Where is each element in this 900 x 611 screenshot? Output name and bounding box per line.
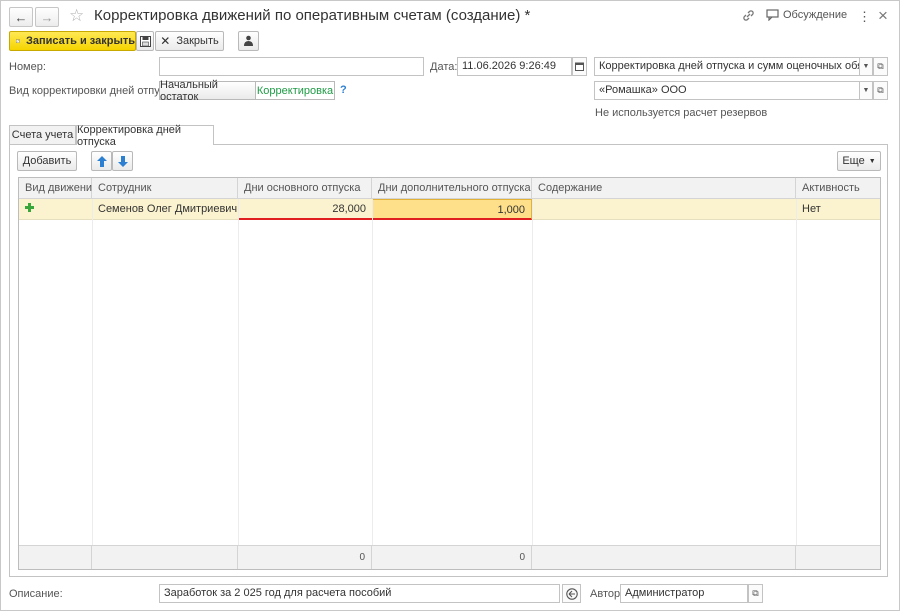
author-label: Автор: bbox=[590, 588, 624, 600]
discussion-button[interactable]: Обсуждение bbox=[766, 9, 847, 21]
footer-cell-content bbox=[532, 545, 796, 569]
column-header-main-days[interactable]: Дни основного отпуска bbox=[238, 178, 372, 199]
open-external-icon: ⧉ bbox=[877, 61, 884, 71]
more-button[interactable]: Еще ▼ bbox=[837, 151, 881, 171]
grid-line bbox=[92, 199, 93, 545]
description-label: Описание: bbox=[9, 588, 63, 600]
close-icon[interactable]: × bbox=[878, 6, 888, 26]
open-external-icon: ⧉ bbox=[877, 85, 884, 95]
table-row-extra-days-cell[interactable]: 1,000 bbox=[372, 199, 532, 220]
move-up-button[interactable] bbox=[91, 151, 112, 171]
move-down-button[interactable] bbox=[112, 151, 133, 171]
table-row-activity-cell[interactable]: Нет bbox=[796, 199, 880, 220]
circle-arrow-left-icon bbox=[565, 587, 578, 600]
calendar-icon bbox=[575, 62, 584, 71]
post-document-icon bbox=[16, 39, 20, 43]
grid-line bbox=[372, 199, 373, 545]
total-main-days: 0 bbox=[238, 545, 372, 569]
description-history-button[interactable] bbox=[562, 584, 581, 603]
open-external-icon: ⧉ bbox=[752, 588, 759, 598]
tab-accounts[interactable]: Счета учета bbox=[9, 125, 76, 144]
date-label: Дата: bbox=[430, 61, 458, 73]
calendar-button[interactable] bbox=[572, 57, 587, 76]
hierarchy-person-icon bbox=[244, 35, 253, 46]
footer-cell-movement bbox=[19, 545, 92, 569]
link-icon[interactable] bbox=[742, 9, 755, 22]
table-row-main-days-cell[interactable]: 28,000 bbox=[238, 199, 372, 220]
segment-initial-balance[interactable]: Начальный остаток bbox=[159, 79, 256, 103]
description-field[interactable]: Заработок за 2 025 год для расчета пособ… bbox=[159, 584, 560, 603]
column-header-movement[interactable]: Вид движения bbox=[19, 178, 98, 199]
more-actions-icon[interactable]: ⋮ bbox=[858, 9, 871, 25]
column-header-employee[interactable]: Сотрудник bbox=[92, 178, 238, 199]
grid-line bbox=[238, 199, 239, 545]
total-extra-days: 0 bbox=[372, 545, 532, 569]
grid-line bbox=[532, 199, 533, 545]
tab-vacation-days-correction[interactable]: Корректировка дней отпуска bbox=[76, 124, 214, 148]
table-row-movement-cell[interactable] bbox=[19, 199, 92, 220]
date-field[interactable]: 11.06.2026 9:26:49 bbox=[457, 57, 572, 76]
chevron-down-icon: ▼ bbox=[862, 63, 870, 70]
column-header-extra-days[interactable]: Дни дополнительного отпуска bbox=[372, 178, 532, 199]
grid-line bbox=[796, 199, 797, 545]
floppy-disk-icon bbox=[139, 35, 151, 47]
arrow-right-icon: → bbox=[40, 9, 54, 25]
segment-correction[interactable]: Корректировка bbox=[256, 81, 335, 100]
add-row-button[interactable]: Добавить bbox=[17, 151, 77, 171]
plus-icon bbox=[25, 203, 34, 212]
operation-type-open-button[interactable]: ⧉ bbox=[873, 57, 888, 76]
table-row-content-cell[interactable] bbox=[532, 199, 796, 220]
close-x-icon: ✕ bbox=[160, 34, 171, 48]
movements-table[interactable]: Вид движения Сотрудник Дни основного отп… bbox=[18, 177, 881, 570]
chevron-down-icon: ▼ bbox=[862, 87, 870, 94]
save-button[interactable] bbox=[136, 31, 154, 51]
save-and-close-button[interactable]: Записать и закрыть bbox=[9, 31, 136, 51]
organization-dropdown[interactable]: ▼ bbox=[859, 82, 872, 99]
footer-cell-employee bbox=[92, 545, 238, 569]
author-field[interactable]: Администратор bbox=[620, 584, 748, 603]
close-button[interactable]: ✕ Закрыть bbox=[155, 31, 224, 51]
column-header-content[interactable]: Содержание bbox=[532, 178, 796, 199]
arrow-up-icon bbox=[96, 155, 107, 167]
author-open-button[interactable]: ⧉ bbox=[748, 584, 763, 603]
correction-kind-label: Вид корректировки дней отпуска: bbox=[9, 85, 180, 97]
arrow-left-icon: ← bbox=[14, 9, 28, 25]
arrow-down-icon bbox=[117, 155, 128, 167]
chat-icon bbox=[766, 9, 779, 21]
favorite-star-icon[interactable]: ☆ bbox=[69, 6, 84, 26]
organization-field[interactable]: «Ромашка» ООО ▼ bbox=[594, 81, 873, 100]
forward-button[interactable]: → bbox=[35, 7, 59, 27]
operation-type-dropdown[interactable]: ▼ bbox=[859, 58, 872, 75]
column-header-activity[interactable]: Активность bbox=[796, 178, 880, 199]
reserve-note: Не используется расчет резервов bbox=[595, 107, 768, 119]
help-icon[interactable]: ? bbox=[340, 84, 347, 96]
number-label: Номер: bbox=[9, 61, 46, 73]
document-window: ← → ☆ Корректировка движений по оператив… bbox=[0, 0, 900, 611]
chevron-down-icon: ▼ bbox=[868, 157, 876, 165]
number-field[interactable] bbox=[159, 57, 424, 76]
window-title: Корректировка движений по оперативным сч… bbox=[94, 7, 531, 24]
back-button[interactable]: ← bbox=[9, 7, 33, 27]
footer-cell-activity bbox=[796, 545, 880, 569]
organization-open-button[interactable]: ⧉ bbox=[873, 81, 888, 100]
structure-button[interactable] bbox=[238, 31, 259, 51]
operation-type-field[interactable]: Корректировка дней отпуска и сумм оценоч… bbox=[594, 57, 873, 76]
table-row-employee-cell[interactable]: Семенов Олег Дмитриевич bbox=[92, 199, 238, 220]
